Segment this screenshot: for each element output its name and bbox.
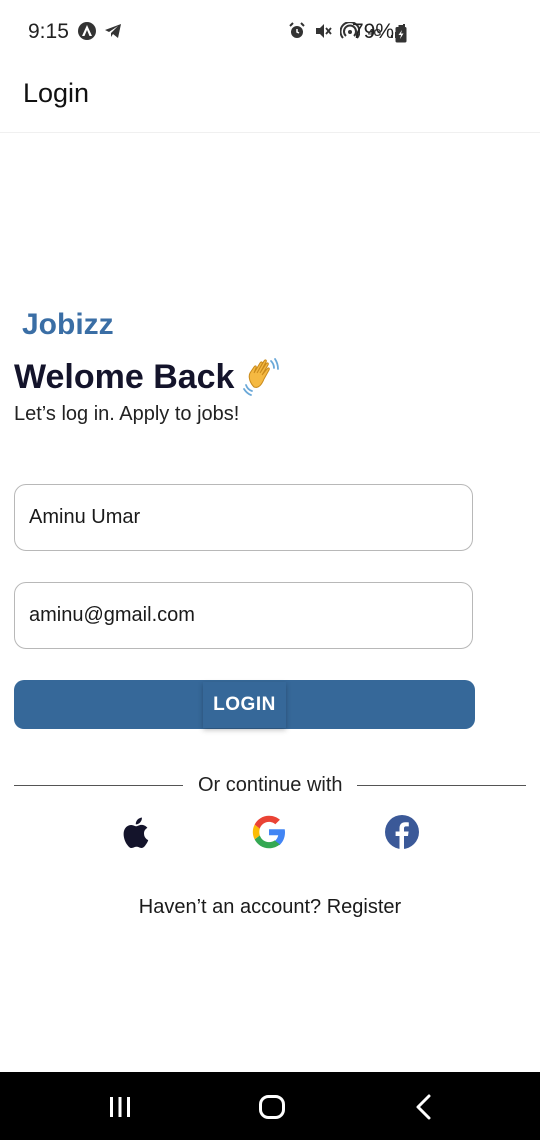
apple-icon[interactable] (118, 813, 156, 851)
welcome-heading: Welome Back (14, 357, 282, 397)
recents-icon[interactable] (100, 1092, 140, 1122)
register-link[interactable]: Register (327, 896, 401, 918)
login-button-label: LOGIN (203, 682, 286, 728)
name-input[interactable] (29, 506, 472, 529)
page-title: Login (23, 78, 90, 108)
login-screen: 9:15 4G 79% Login Jobizz Welome Back Let… (0, 0, 540, 1140)
login-button[interactable]: LOGIN (14, 680, 475, 729)
register-prompt-text: Haven’t an account? (138, 896, 327, 918)
battery-icon (395, 25, 407, 48)
status-bar: 9:15 4G 79% (0, 0, 540, 66)
status-time: 9:15 (28, 20, 69, 43)
divider-text: Or continue with (198, 774, 343, 796)
back-icon[interactable] (405, 1092, 445, 1122)
google-icon[interactable] (250, 813, 288, 851)
facebook-icon[interactable] (383, 813, 421, 851)
system-nav-bar (0, 1072, 540, 1140)
divider-line-left (14, 785, 183, 786)
app-bar: Login (0, 66, 540, 133)
brand-logo-text: Jobizz (22, 308, 114, 341)
register-prompt: Haven’t an account? Register (0, 896, 540, 919)
home-icon[interactable] (252, 1092, 292, 1122)
alarm-icon (288, 22, 306, 45)
app-notification-icon (77, 21, 97, 46)
waving-hand-icon (242, 357, 282, 397)
welcome-text: Welome Back (14, 357, 235, 396)
social-divider: Or continue with (14, 772, 526, 798)
divider-line-right (357, 785, 526, 786)
email-input[interactable] (29, 604, 472, 627)
telegram-icon (103, 21, 123, 46)
mute-icon (314, 22, 332, 45)
name-field[interactable] (14, 484, 473, 551)
battery-percentage: 79% (352, 20, 395, 43)
email-field[interactable] (14, 582, 473, 649)
subtitle-text: Let’s log in. Apply to jobs! (14, 403, 240, 425)
status-left-icons (77, 21, 123, 46)
